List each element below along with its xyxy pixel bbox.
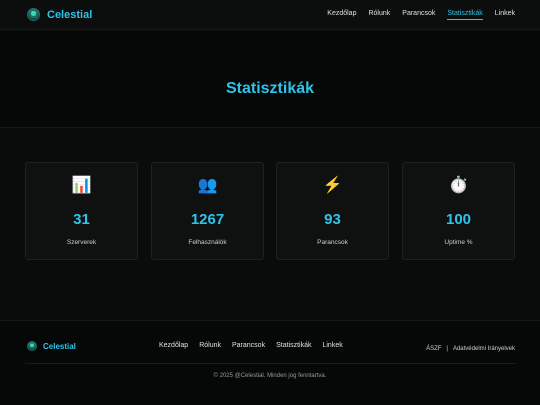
stat-label: Uptime % [444, 239, 473, 246]
copyright-text: © 2025 @Celestial. Minden jog fenntartva… [213, 373, 327, 379]
bar-chart-icon: 📊 [71, 177, 92, 194]
stat-label: Felhasználók [188, 239, 227, 246]
footer-link-links[interactable]: Linkek [322, 342, 342, 349]
stat-value: 100 [445, 211, 472, 228]
stat-card-commands: ⚡ 93 Parancsok [276, 162, 389, 260]
nav-link-stats[interactable]: Statisztikák [447, 10, 483, 20]
nav-link-home[interactable]: Kezdőlap [327, 10, 356, 20]
stats-grid: 📊 31 Szerverek 👥 1267 Felhasználók ⚡ 93 … [25, 162, 515, 260]
footer-brand-name: Celestial [43, 341, 76, 351]
celestial-logo-icon [27, 341, 37, 351]
legal-links: ÁSZF | Adatvédelmi Irányelvek [426, 346, 515, 352]
stat-value: 31 [73, 211, 90, 228]
footer-nav: Kezdőlap Rólunk Parancsok Statisztikák L… [159, 342, 354, 349]
footer: Celestial Kezdőlap Rólunk Parancsok Stat… [0, 320, 540, 405]
main-nav: Kezdőlap Rólunk Parancsok Statisztikák L… [315, 10, 515, 20]
celestial-logo-icon [27, 8, 40, 21]
stat-card-servers: 📊 31 Szerverek [25, 162, 138, 260]
nav-link-commands[interactable]: Parancsok [402, 10, 435, 20]
nav-link-about[interactable]: Rólunk [368, 10, 390, 20]
stopwatch-icon: ⏱️ [448, 177, 469, 194]
privacy-link[interactable]: Adatvédelmi Irányelvek [453, 346, 515, 352]
stat-label: Parancsok [317, 239, 348, 246]
footer-link-stats[interactable]: Statisztikák [276, 342, 311, 349]
hero-section: Statisztikák [0, 31, 540, 128]
legal-separator: | [446, 346, 448, 352]
stat-value: 93 [324, 211, 341, 228]
terms-link[interactable]: ÁSZF [426, 346, 441, 352]
stat-value: 1267 [190, 211, 225, 228]
users-icon: 👥 [197, 177, 218, 194]
top-navbar: Celestial Kezdőlap Rólunk Parancsok Stat… [0, 0, 540, 30]
footer-divider [25, 363, 515, 364]
page-title: Statisztikák [225, 80, 315, 97]
footer-link-home[interactable]: Kezdőlap [159, 342, 188, 349]
stat-card-uptime: ⏱️ 100 Uptime % [402, 162, 515, 260]
lightning-icon: ⚡ [322, 177, 343, 194]
footer-link-commands[interactable]: Parancsok [232, 342, 265, 349]
footer-link-about[interactable]: Rólunk [199, 342, 221, 349]
stat-label: Szerverek [66, 239, 97, 246]
brand[interactable]: Celestial [27, 8, 92, 21]
stat-card-users: 👥 1267 Felhasználók [151, 162, 264, 260]
nav-link-links[interactable]: Linkek [495, 10, 515, 20]
brand-name: Celestial [47, 8, 93, 21]
footer-brand[interactable]: Celestial [27, 341, 76, 351]
